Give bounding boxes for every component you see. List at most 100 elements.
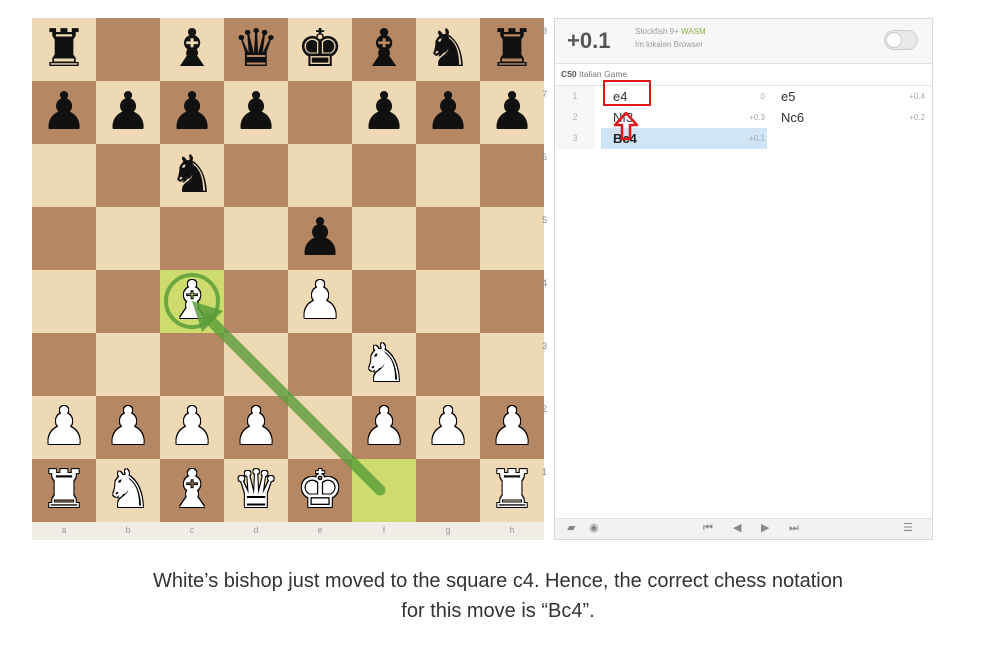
square-a5[interactable]: [32, 207, 96, 270]
white-rook-icon[interactable]: ♜: [32, 459, 96, 522]
square-e7[interactable]: [288, 81, 352, 144]
file-label: b: [125, 525, 131, 535]
white-pawn-icon[interactable]: ♟: [96, 396, 160, 459]
black-rook-icon[interactable]: ♜: [480, 18, 544, 81]
move-san: e5: [781, 89, 796, 104]
white-pawn-icon[interactable]: ♟: [32, 396, 96, 459]
square-f4[interactable]: [352, 270, 416, 333]
prev-move-icon[interactable]: ◀: [733, 521, 741, 534]
black-knight-icon[interactable]: ♞: [416, 18, 480, 81]
current-move-highlight-box: [603, 80, 651, 106]
engine-name: Stockfish 9+ WASM: [635, 27, 706, 36]
square-a3[interactable]: [32, 333, 96, 396]
white-king-icon[interactable]: ♚: [288, 459, 352, 522]
engine-eval: +0.1: [567, 28, 611, 53]
black-pawn-icon[interactable]: ♟: [96, 81, 160, 144]
move-eval: +0.1: [749, 134, 765, 143]
square-f5[interactable]: [352, 207, 416, 270]
opening-title: Italian Game: [578, 69, 628, 79]
file-label: e: [317, 525, 323, 535]
last-move-icon[interactable]: ⏭: [789, 521, 799, 535]
file-label: h: [509, 525, 515, 535]
square-d3[interactable]: [224, 333, 288, 396]
engine-header: +0.1 Stockfish 9+ WASM Im lokalen Browse…: [555, 19, 932, 64]
square-h3[interactable]: [480, 333, 544, 396]
file-label: d: [253, 525, 259, 535]
square-g1[interactable]: [416, 459, 480, 522]
black-pawn-icon[interactable]: ♟: [288, 207, 352, 270]
white-pawn-icon[interactable]: ♟: [352, 396, 416, 459]
black-move[interactable]: Nc6 +0.2: [769, 107, 927, 128]
square-h5[interactable]: [480, 207, 544, 270]
file-labels-bar: a b c d e f g h: [32, 522, 544, 540]
square-g4[interactable]: [416, 270, 480, 333]
white-bishop-icon[interactable]: ♝: [160, 459, 224, 522]
engine-tech: WASM: [681, 27, 706, 36]
black-pawn-icon[interactable]: ♟: [160, 81, 224, 144]
move-number: 3: [555, 128, 595, 149]
engine-title: Stockfish 9+: [635, 27, 679, 36]
toggle-switch-icon[interactable]: [884, 30, 918, 50]
analysis-panel: +0.1 Stockfish 9+ WASM Im lokalen Browse…: [554, 18, 933, 540]
white-knight-icon[interactable]: ♞: [352, 333, 416, 396]
black-pawn-icon[interactable]: ♟: [32, 81, 96, 144]
square-f1[interactable]: [352, 459, 416, 522]
black-pawn-icon[interactable]: ♟: [352, 81, 416, 144]
black-pawn-icon[interactable]: ♟: [416, 81, 480, 144]
black-king-icon[interactable]: ♚: [288, 18, 352, 81]
menu-icon[interactable]: ☰: [903, 521, 913, 534]
black-pawn-icon[interactable]: ♟: [480, 81, 544, 144]
black-knight-icon[interactable]: ♞: [160, 144, 224, 207]
black-queen-icon[interactable]: ♛: [224, 18, 288, 81]
square-g5[interactable]: [416, 207, 480, 270]
white-pawn-icon[interactable]: ♟: [480, 396, 544, 459]
next-move-icon[interactable]: ▶: [761, 521, 769, 534]
chess-board[interactable]: 8 7 6 5 4 3 2 1 ♜ ♝ ♛ ♚ ♝ ♞ ♜ ♟ ♟ ♟ ♟ ♟ ♟ ♟ ♞ ♟ ♝ ♟ ♞ ♟ ♟ ♟ ♟ ♟ ♟ ♟ ♜ ♞ ♝ ♛ ♚ ♜: [32, 18, 547, 522]
toggle-knob: [886, 32, 902, 48]
square-g3[interactable]: [416, 333, 480, 396]
opening-eco: C50: [561, 69, 577, 79]
black-pawn-icon[interactable]: ♟: [224, 81, 288, 144]
square-h4[interactable]: [480, 270, 544, 333]
white-rook-icon[interactable]: ♜: [480, 459, 544, 522]
move-eval: 0: [760, 92, 765, 101]
square-f6[interactable]: [352, 144, 416, 207]
eye-icon[interactable]: ◉: [589, 521, 599, 534]
square-b5[interactable]: [96, 207, 160, 270]
black-move[interactable]: e5 +0.4: [769, 86, 927, 107]
move-eval: +0.4: [909, 92, 925, 101]
square-g6[interactable]: [416, 144, 480, 207]
move-row: 2 Nf3 +0.3 Nc6 +0.2: [555, 107, 932, 128]
square-e2[interactable]: [288, 396, 352, 459]
square-d4[interactable]: [224, 270, 288, 333]
file-label: f: [382, 525, 386, 535]
move-row: 3 Bc4 +0.1: [555, 128, 932, 149]
square-a6[interactable]: [32, 144, 96, 207]
square-b6[interactable]: [96, 144, 160, 207]
black-bishop-icon[interactable]: ♝: [160, 18, 224, 81]
white-queen-icon[interactable]: ♛: [224, 459, 288, 522]
square-d6[interactable]: [224, 144, 288, 207]
square-b8[interactable]: [96, 18, 160, 81]
square-e6[interactable]: [288, 144, 352, 207]
white-pawn-icon[interactable]: ♟: [416, 396, 480, 459]
square-h6[interactable]: [480, 144, 544, 207]
black-rook-icon[interactable]: ♜: [32, 18, 96, 81]
move-number: 2: [555, 107, 595, 128]
square-a4[interactable]: [32, 270, 96, 333]
move-eval: +0.3: [749, 113, 765, 122]
square-c3[interactable]: [160, 333, 224, 396]
square-e3[interactable]: [288, 333, 352, 396]
square-d5[interactable]: [224, 207, 288, 270]
white-bishop-icon[interactable]: ♝: [160, 270, 224, 333]
white-pawn-icon[interactable]: ♟: [160, 396, 224, 459]
square-b3[interactable]: [96, 333, 160, 396]
first-move-icon[interactable]: ⏮: [703, 521, 713, 535]
white-knight-icon[interactable]: ♞: [96, 459, 160, 522]
book-icon[interactable]: ▰: [567, 521, 575, 534]
square-b4[interactable]: [96, 270, 160, 333]
square-c5[interactable]: [160, 207, 224, 270]
white-pawn-icon[interactable]: ♟: [288, 270, 352, 333]
white-pawn-icon[interactable]: ♟: [224, 396, 288, 459]
black-bishop-icon[interactable]: ♝: [352, 18, 416, 81]
